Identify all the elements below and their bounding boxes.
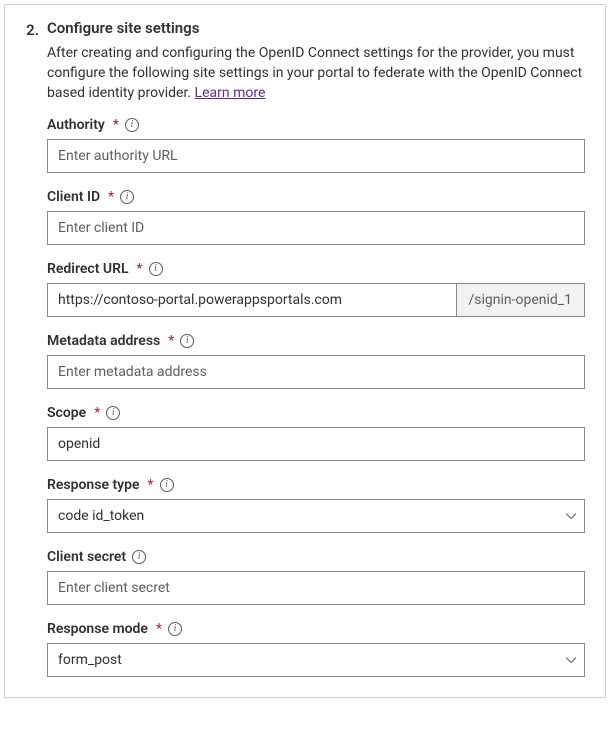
field-response-mode: Response mode * i form_post [47, 621, 585, 677]
authority-label: Authority [47, 117, 105, 133]
redirect-url-input[interactable] [47, 283, 456, 317]
response-type-label: Response type [47, 477, 140, 493]
scope-input[interactable] [47, 427, 585, 461]
client-secret-input[interactable] [47, 571, 585, 605]
info-icon[interactable]: i [120, 190, 134, 204]
info-icon[interactable]: i [160, 478, 174, 492]
required-indicator: * [108, 189, 114, 205]
info-icon[interactable]: i [168, 622, 182, 636]
info-icon[interactable]: i [149, 262, 163, 276]
info-icon[interactable]: i [106, 406, 120, 420]
metadata-address-label: Metadata address [47, 333, 160, 349]
required-indicator: * [113, 117, 119, 133]
response-mode-label: Response mode [47, 621, 148, 637]
scope-label: Scope [47, 405, 86, 421]
response-type-select[interactable]: code id_token [47, 499, 585, 533]
redirect-url-suffix: /signin-openid_1 [456, 283, 586, 317]
info-icon[interactable]: i [125, 118, 139, 132]
authority-input[interactable] [47, 139, 585, 173]
required-indicator: * [148, 477, 154, 493]
required-indicator: * [94, 405, 100, 421]
redirect-url-label: Redirect URL [47, 261, 129, 277]
step-number: 2. [25, 19, 39, 679]
field-redirect-url: Redirect URL * i /signin-openid_1 [47, 261, 585, 317]
required-indicator: * [156, 621, 162, 637]
metadata-address-input[interactable] [47, 355, 585, 389]
response-mode-select[interactable]: form_post [47, 643, 585, 677]
field-scope: Scope * i [47, 405, 585, 461]
info-icon[interactable]: i [180, 334, 194, 348]
info-icon[interactable]: i [132, 550, 146, 564]
field-metadata-address: Metadata address * i [47, 333, 585, 389]
required-indicator: * [137, 261, 143, 277]
step-description: After creating and configuring the OpenI… [47, 43, 585, 103]
field-response-type: Response type * i code id_token [47, 477, 585, 533]
learn-more-link[interactable]: Learn more [195, 85, 266, 101]
client-id-input[interactable] [47, 211, 585, 245]
configure-site-settings-panel: 2. Configure site settings After creatin… [4, 4, 606, 698]
client-secret-label: Client secret [47, 549, 126, 565]
client-id-label: Client ID [47, 189, 100, 205]
field-client-secret: Client secret i [47, 549, 585, 605]
field-client-id: Client ID * i [47, 189, 585, 245]
field-authority: Authority * i [47, 117, 585, 173]
required-indicator: * [168, 333, 174, 349]
step-title: Configure site settings [47, 19, 585, 37]
